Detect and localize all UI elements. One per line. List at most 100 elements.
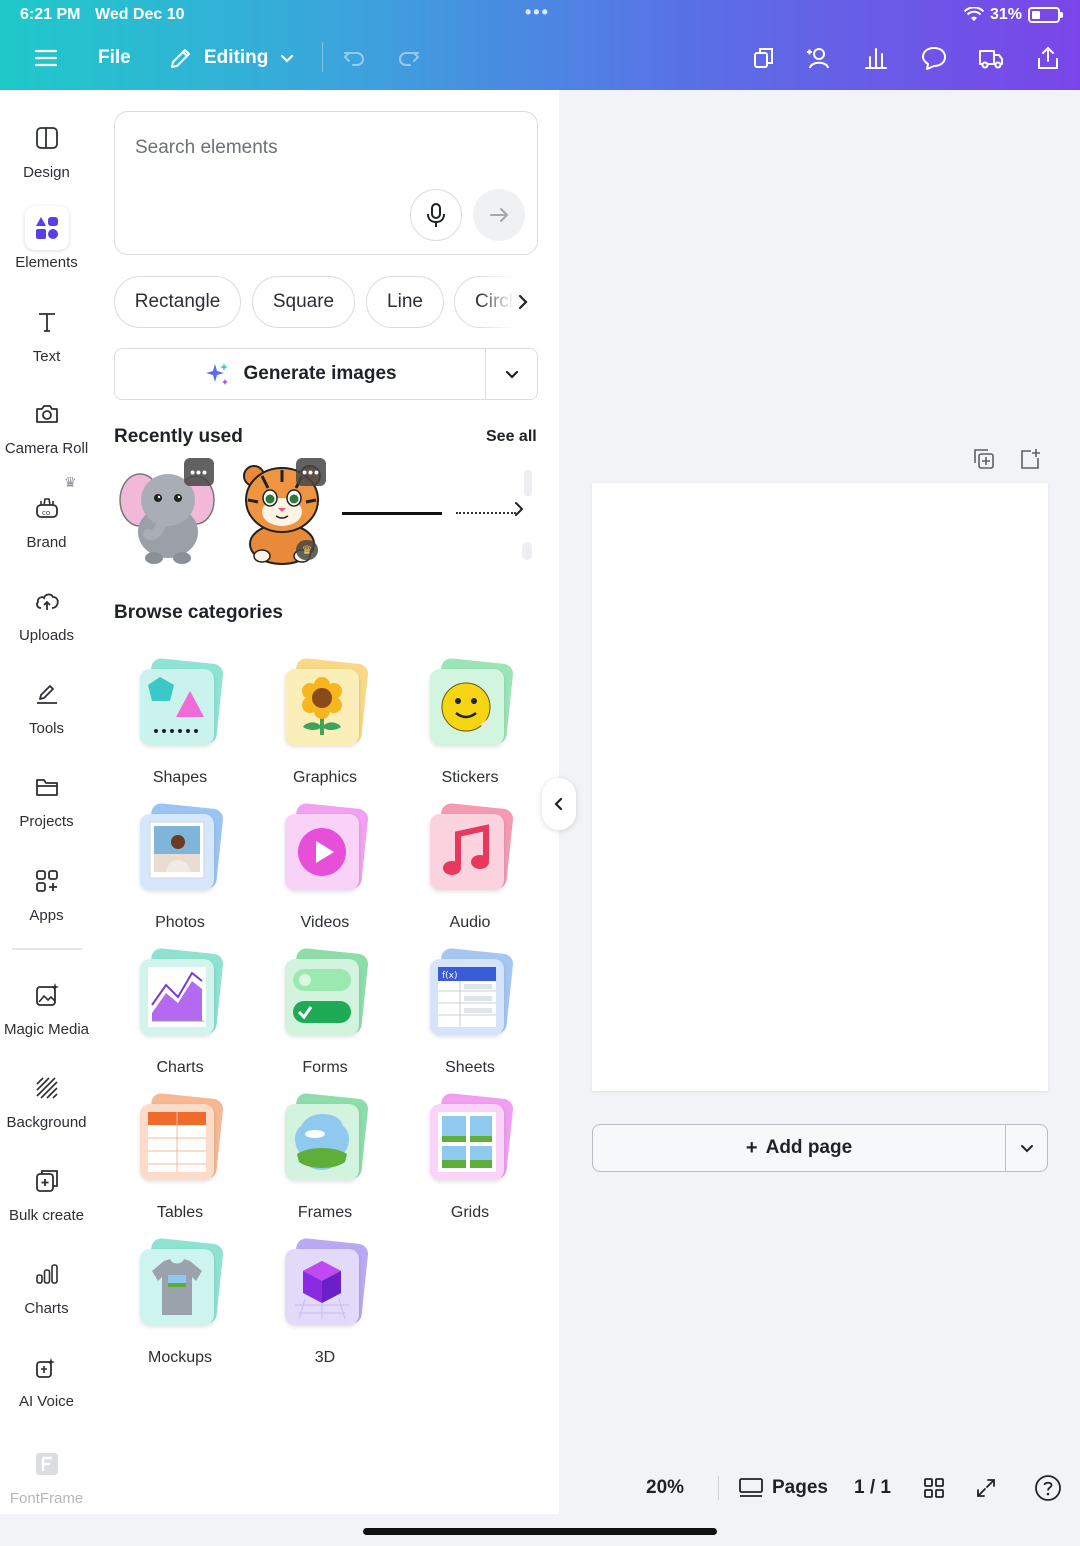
status-bar: 6:21 PM Wed Dec 10 ••• 31% bbox=[20, 2, 1063, 26]
category-frames[interactable]: Frames bbox=[260, 1092, 390, 1222]
home-indicator[interactable] bbox=[363, 1528, 717, 1535]
category-grids[interactable]: Grids bbox=[405, 1092, 535, 1222]
elephant-sticker[interactable]: ••• bbox=[118, 458, 218, 566]
grid-view-icon bbox=[924, 1478, 944, 1498]
chip-line[interactable]: Line bbox=[366, 276, 444, 328]
rail-item-magic-media[interactable]: Magic Media bbox=[0, 973, 93, 1038]
status-date: Wed Dec 10 bbox=[95, 6, 185, 23]
shapes-category-icon bbox=[138, 657, 224, 749]
rail-item-fontframe[interactable]: FontFrame bbox=[0, 1442, 93, 1507]
rail-divider bbox=[12, 948, 82, 950]
chip-rectangle[interactable]: Rectangle bbox=[114, 276, 241, 328]
category-graphics[interactable]: Graphics bbox=[260, 657, 390, 787]
grid-view-button[interactable] bbox=[922, 1470, 946, 1506]
undo-button[interactable] bbox=[340, 36, 368, 80]
add-page-options-dropdown[interactable] bbox=[1005, 1125, 1047, 1171]
add-page-button[interactable]: + Add page bbox=[593, 1125, 1005, 1171]
browse-categories-title: Browse categories bbox=[114, 602, 283, 623]
collapse-panel-button[interactable] bbox=[542, 778, 576, 830]
menu-button[interactable] bbox=[32, 36, 60, 80]
rail-item-projects[interactable]: Projects bbox=[0, 765, 93, 830]
design-page[interactable] bbox=[592, 483, 1048, 1091]
category-photos[interactable]: Photos bbox=[115, 802, 245, 932]
category-forms[interactable]: Forms bbox=[260, 947, 390, 1077]
expand-icon bbox=[977, 1479, 995, 1497]
category-label: Forms bbox=[302, 1059, 348, 1076]
print-delivery-button[interactable] bbox=[977, 36, 1005, 80]
zoom-level-button[interactable]: 20% bbox=[646, 1470, 684, 1506]
bottom-bar: 20% Pages 1 / 1 bbox=[620, 1470, 1070, 1506]
rail-item-label: Elements bbox=[15, 254, 78, 271]
search-submit-button[interactable] bbox=[473, 189, 525, 241]
more-options-button[interactable]: ••• bbox=[184, 458, 214, 486]
redo-button[interactable] bbox=[395, 36, 423, 80]
rail-item-background[interactable]: Background bbox=[0, 1066, 93, 1131]
multitasking-dots-icon[interactable]: ••• bbox=[525, 2, 550, 23]
search-box bbox=[114, 111, 538, 255]
category-label: Photos bbox=[155, 914, 205, 931]
category-shapes[interactable]: Shapes bbox=[115, 657, 245, 787]
editing-mode-button[interactable]: Editing bbox=[168, 36, 296, 80]
resize-button[interactable] bbox=[750, 36, 778, 80]
rail-item-text[interactable]: Text bbox=[0, 300, 93, 365]
category-label: Stickers bbox=[441, 769, 499, 786]
generate-images-button[interactable]: Generate images bbox=[115, 349, 485, 399]
elements-panel: Rectangle Square Line Circle Generate im… bbox=[93, 90, 559, 1514]
solid-line-element[interactable] bbox=[342, 498, 444, 528]
more-options-button[interactable]: ••• bbox=[296, 458, 326, 486]
fullscreen-button[interactable] bbox=[974, 1470, 998, 1506]
search-input[interactable] bbox=[135, 130, 515, 166]
rail-item-label: Tools bbox=[28, 720, 65, 737]
rail-item-design[interactable]: Design bbox=[0, 116, 93, 181]
rail-item-brand[interactable]: ♛ co Brand bbox=[0, 474, 93, 551]
chips-scroll-right-button[interactable] bbox=[478, 276, 538, 328]
share-people-button[interactable] bbox=[805, 36, 833, 80]
chevron-right-icon bbox=[518, 294, 528, 310]
comments-button[interactable] bbox=[920, 36, 948, 80]
shapes-icon bbox=[24, 206, 69, 250]
recent-scroll-right-button[interactable] bbox=[512, 500, 526, 523]
category-label: Tables bbox=[156, 1204, 204, 1221]
add-page-icon-button[interactable] bbox=[1018, 447, 1042, 471]
rail-item-charts[interactable]: Charts bbox=[0, 1252, 93, 1317]
chip-square[interactable]: Square bbox=[252, 276, 355, 328]
category-mockups[interactable]: Mockups bbox=[115, 1237, 245, 1367]
charts-category-icon bbox=[138, 947, 224, 1039]
rail-item-elements[interactable]: Elements bbox=[0, 206, 93, 271]
plus-icon: + bbox=[745, 1136, 758, 1159]
help-button[interactable] bbox=[1034, 1470, 1062, 1506]
ai-voice-icon bbox=[25, 1345, 69, 1389]
tiger-sticker[interactable]: ••• ♛ bbox=[232, 458, 332, 566]
category-tables[interactable]: Tables bbox=[115, 1092, 245, 1222]
see-all-link[interactable]: See all bbox=[486, 428, 537, 446]
battery-percent: 31% bbox=[989, 6, 1022, 23]
category-stickers[interactable]: Stickers bbox=[405, 657, 535, 787]
category-videos[interactable]: Videos bbox=[260, 802, 390, 932]
rail-item-bulk-create[interactable]: Bulk create bbox=[0, 1159, 93, 1224]
rail-item-label: Magic Media bbox=[3, 1021, 90, 1038]
duplicate-page-button[interactable] bbox=[972, 447, 996, 471]
rail-item-label: AI Voice bbox=[18, 1393, 75, 1410]
rail-item-ai-voice[interactable]: AI Voice bbox=[0, 1345, 93, 1410]
hamburger-icon bbox=[34, 49, 58, 67]
category-audio[interactable]: Audio bbox=[405, 802, 535, 932]
rail-item-tools[interactable]: Tools bbox=[0, 672, 93, 737]
insights-button[interactable] bbox=[862, 36, 890, 80]
share-button[interactable] bbox=[1034, 36, 1062, 80]
rail-item-uploads[interactable]: Uploads bbox=[0, 579, 93, 644]
category-label: Audio bbox=[449, 914, 491, 931]
category-3d[interactable]: 3D bbox=[260, 1237, 390, 1367]
category-label: Sheets bbox=[445, 1059, 495, 1076]
pages-button[interactable]: Pages bbox=[738, 1470, 828, 1506]
add-page-label: Add page bbox=[765, 1137, 853, 1158]
generate-options-dropdown[interactable] bbox=[485, 349, 537, 399]
category-sheets[interactable]: f(x) Sheets bbox=[405, 947, 535, 1077]
voice-search-button[interactable] bbox=[410, 189, 462, 241]
file-menu-button[interactable]: File bbox=[98, 36, 131, 80]
add-page-icon bbox=[1021, 449, 1040, 469]
rail-item-camera-roll[interactable]: Camera Roll bbox=[0, 392, 93, 457]
rail-item-apps[interactable]: Apps bbox=[0, 859, 93, 924]
duplicate-page-icon bbox=[974, 449, 994, 469]
category-charts[interactable]: Charts bbox=[115, 947, 245, 1077]
mockups-category-icon bbox=[138, 1237, 224, 1329]
